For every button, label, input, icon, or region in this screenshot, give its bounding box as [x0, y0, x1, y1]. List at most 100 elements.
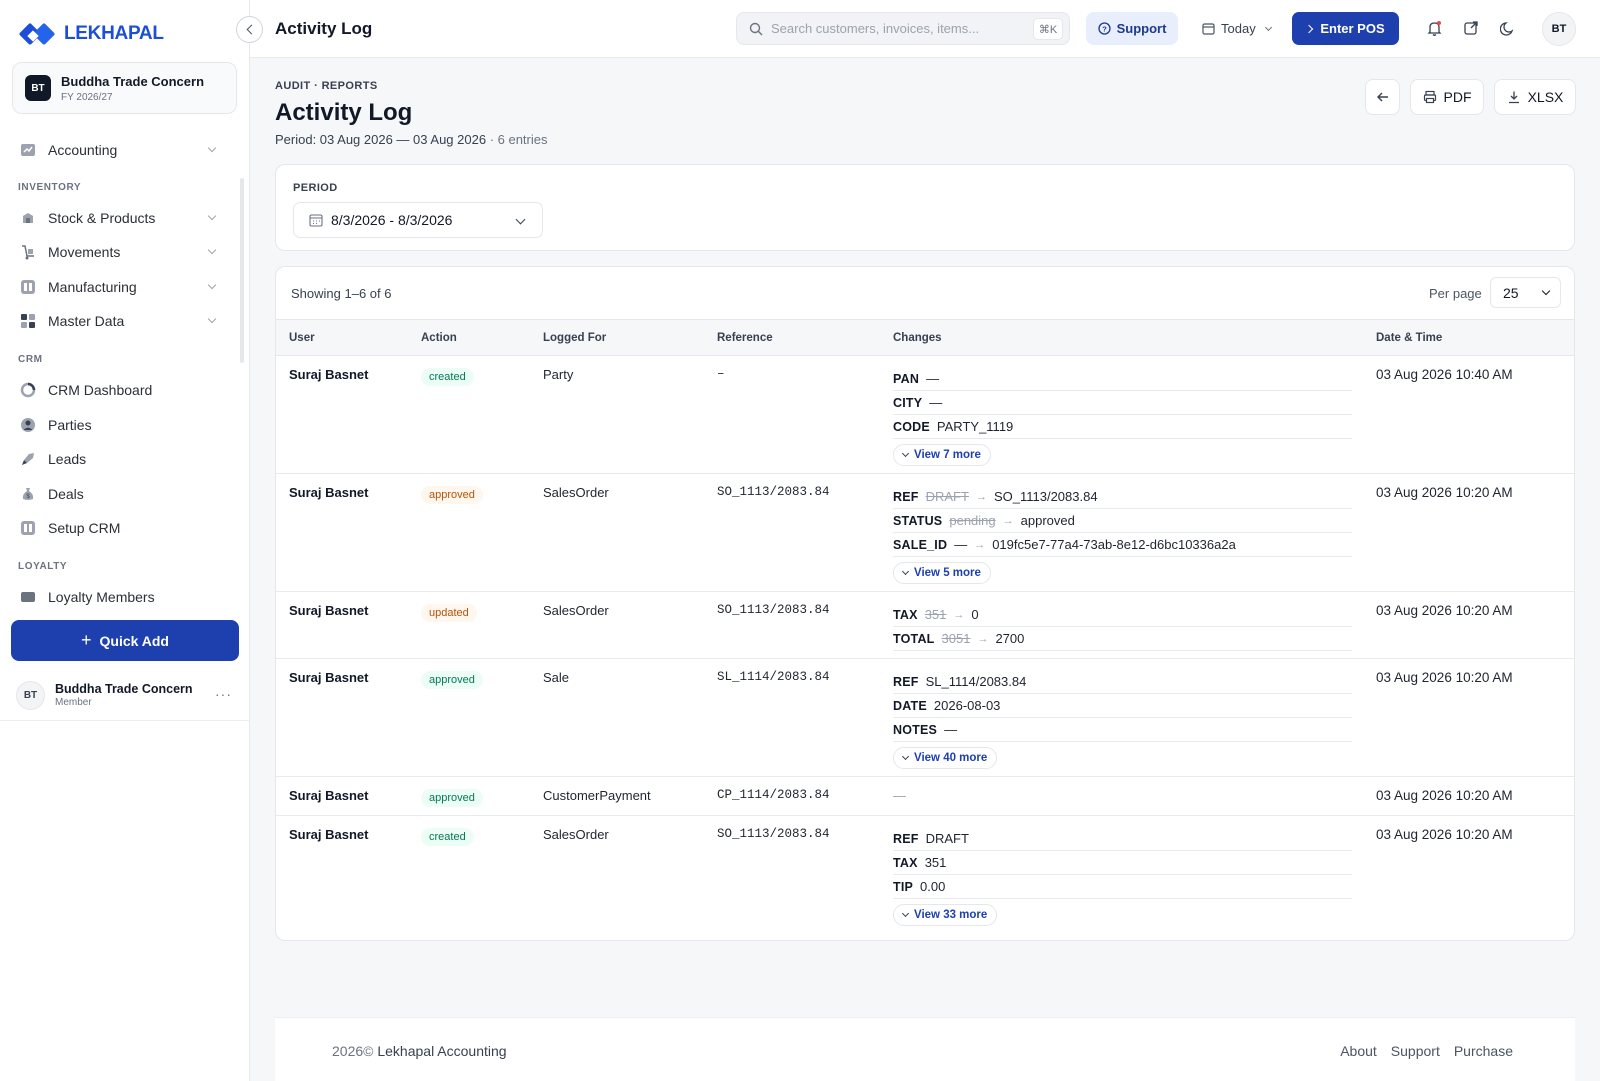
sidebar-item-master-data[interactable]: Master Data [12, 306, 227, 336]
sidebar-item-manufacturing[interactable]: Manufacturing [12, 272, 227, 302]
per-page-select[interactable]: 25 [1490, 277, 1561, 308]
table-row[interactable]: Suraj Basnet created SalesOrder SO_1113/… [276, 816, 1574, 934]
today-label: Today [1221, 21, 1256, 36]
entry-count: · 6 entries [489, 132, 548, 147]
breadcrumb: AUDIT · REPORTS [275, 80, 378, 92]
shortcut-hint: ⌘K [1033, 18, 1063, 40]
view-more-button[interactable]: View 40 more [893, 747, 998, 769]
table-header: User Action Logged For Reference Changes… [276, 319, 1574, 356]
sidebar-item-deals[interactable]: $ Deals [12, 479, 227, 509]
sidebar-item-label: Parties [48, 417, 92, 433]
sidebar-item-leads[interactable]: Leads [12, 444, 227, 474]
export-pdf-button[interactable]: PDF [1410, 79, 1484, 115]
activity-table-card: Showing 1–6 of 6 Per page 25 User Action… [275, 266, 1575, 941]
change-line: DATE 2026-08-03 [893, 694, 1352, 718]
reference-cell: – [717, 367, 725, 381]
support-button[interactable]: ? Support [1086, 12, 1178, 45]
back-button[interactable] [1365, 79, 1400, 115]
search-input[interactable] [771, 21, 1031, 36]
sidebar-item-label: Leads [48, 451, 87, 467]
table-row[interactable]: Suraj Basnet created Party – PAN — CITY — … [276, 356, 1574, 474]
chart-icon [20, 382, 36, 398]
logo[interactable]: LEKHAPAL [18, 20, 164, 48]
enter-pos-button[interactable]: Enter POS [1292, 12, 1399, 45]
more-icon[interactable]: ··· [215, 686, 232, 702]
column-header[interactable]: Reference [717, 332, 773, 344]
date-range-button[interactable]: Today [1202, 12, 1282, 45]
xlsx-label: XLSX [1527, 89, 1564, 105]
column-header[interactable]: Action [421, 332, 457, 344]
column-header[interactable]: Changes [893, 332, 942, 344]
reference-cell: SL_1114/2083.84 [717, 670, 830, 684]
user-avatar[interactable]: BT [1542, 12, 1576, 46]
change-line: TOTAL 3051 → 2700 [893, 627, 1352, 651]
sidebar-nav: Accounting INVENTORY Stock & Products Mo… [0, 130, 240, 610]
user-cell: Suraj Basnet [289, 827, 369, 842]
table-row[interactable]: Suraj Basnet updated SalesOrder SO_1113/… [276, 592, 1574, 659]
action-badge: approved [421, 486, 483, 504]
view-more-button[interactable]: View 33 more [893, 904, 998, 926]
support-label: Support [1116, 21, 1167, 36]
topbar-title: Activity Log [275, 19, 373, 38]
changes-cell: REF DRAFT TAX 351 TIP 0.00 View 33 more [893, 827, 1352, 926]
sidebar-item-loyalty-members[interactable]: Loyalty Members [12, 582, 227, 610]
section-inventory: INVENTORY [18, 182, 82, 193]
sidebar-item-stock[interactable]: Stock & Products [12, 203, 227, 233]
logged-for-cell: Sale [543, 670, 570, 685]
datetime-cell: 03 Aug 2026 10:20 AM [1376, 827, 1513, 842]
action-badge: updated [421, 604, 477, 622]
quick-add-button[interactable]: + Quick Add [11, 620, 239, 661]
change-line: STATUS pending → approved [893, 509, 1352, 533]
sidebar-item-label: Setup CRM [48, 520, 121, 536]
sidebar-item-setup-crm[interactable]: Setup CRM [12, 513, 227, 543]
export-xlsx-button[interactable]: XLSX [1494, 79, 1576, 115]
sidebar-item-movements[interactable]: Movements [12, 237, 227, 267]
datetime-cell: 03 Aug 2026 10:20 AM [1376, 788, 1513, 803]
moon-icon[interactable] [1498, 18, 1518, 38]
footer-link-support[interactable]: Support [1391, 1043, 1440, 1059]
collapse-sidebar-button[interactable] [236, 16, 263, 43]
factory-icon [21, 280, 35, 294]
footer-copyright: 2026© Lekhapal Accounting [332, 1043, 507, 1059]
sidebar: LEKHAPAL BT Buddha Trade Concern FY 2026… [0, 0, 250, 1081]
search-bar[interactable]: ⌘K [736, 12, 1070, 45]
sidebar-scrollbar[interactable] [240, 178, 244, 363]
footer-link-about[interactable]: About [1340, 1043, 1377, 1059]
period-date-picker[interactable]: 8/3/2026 - 8/3/2026 [293, 202, 543, 238]
column-header[interactable]: User [289, 332, 315, 344]
changes-cell: PAN — CITY — CODE PARTY_1119 View 7 more [893, 367, 1352, 466]
sidebar-item-crm-dashboard[interactable]: CRM Dashboard [12, 375, 227, 405]
table-row[interactable]: Suraj Basnet approved CustomerPayment CP… [276, 777, 1574, 816]
arrow-right-icon: → [1002, 514, 1014, 527]
external-link-icon[interactable] [1461, 18, 1481, 38]
company-switcher[interactable]: BT Buddha Trade Concern FY 2026/27 [12, 62, 237, 114]
change-line: TAX 351 [893, 851, 1352, 875]
accounting-icon [21, 144, 35, 156]
divider [0, 720, 250, 721]
user-cell: Suraj Basnet [289, 367, 369, 382]
user-cell: Suraj Basnet [289, 788, 369, 803]
company-avatar: BT [25, 75, 51, 101]
notification-bell-icon[interactable] [1424, 18, 1444, 38]
per-page-value: 25 [1503, 284, 1519, 301]
svg-text:?: ? [1102, 24, 1107, 33]
rocket-icon [22, 453, 34, 465]
sidebar-item-parties[interactable]: Parties [12, 410, 227, 440]
fiscal-year: FY 2026/27 [61, 91, 113, 103]
view-more-button[interactable]: View 5 more [893, 562, 991, 584]
footer-link-purchase[interactable]: Purchase [1454, 1043, 1513, 1059]
changes-cell: REF SL_1114/2083.84 DATE 2026-08-03 NOTES —… [893, 670, 1352, 769]
chevron-down-icon [1264, 23, 1272, 31]
sidebar-item-label: CRM Dashboard [48, 382, 153, 398]
calendar-icon [1202, 23, 1215, 35]
table-row[interactable]: Suraj Basnet approved Sale SL_1114/2083.… [276, 659, 1574, 777]
user-cell: Suraj Basnet [289, 670, 369, 685]
table-row[interactable]: Suraj Basnet approved SalesOrder SO_1113… [276, 474, 1574, 592]
sidebar-item-accounting[interactable]: Accounting [12, 135, 227, 165]
column-header[interactable]: Logged For [543, 332, 606, 344]
column-header[interactable]: Date & Time [1376, 332, 1442, 344]
user-menu[interactable]: BT Buddha Trade Concern Member ··· [16, 678, 236, 712]
user-name: Buddha Trade Concern [55, 682, 193, 696]
view-more-button[interactable]: View 7 more [893, 444, 991, 466]
logged-for-cell: SalesOrder [543, 827, 609, 842]
